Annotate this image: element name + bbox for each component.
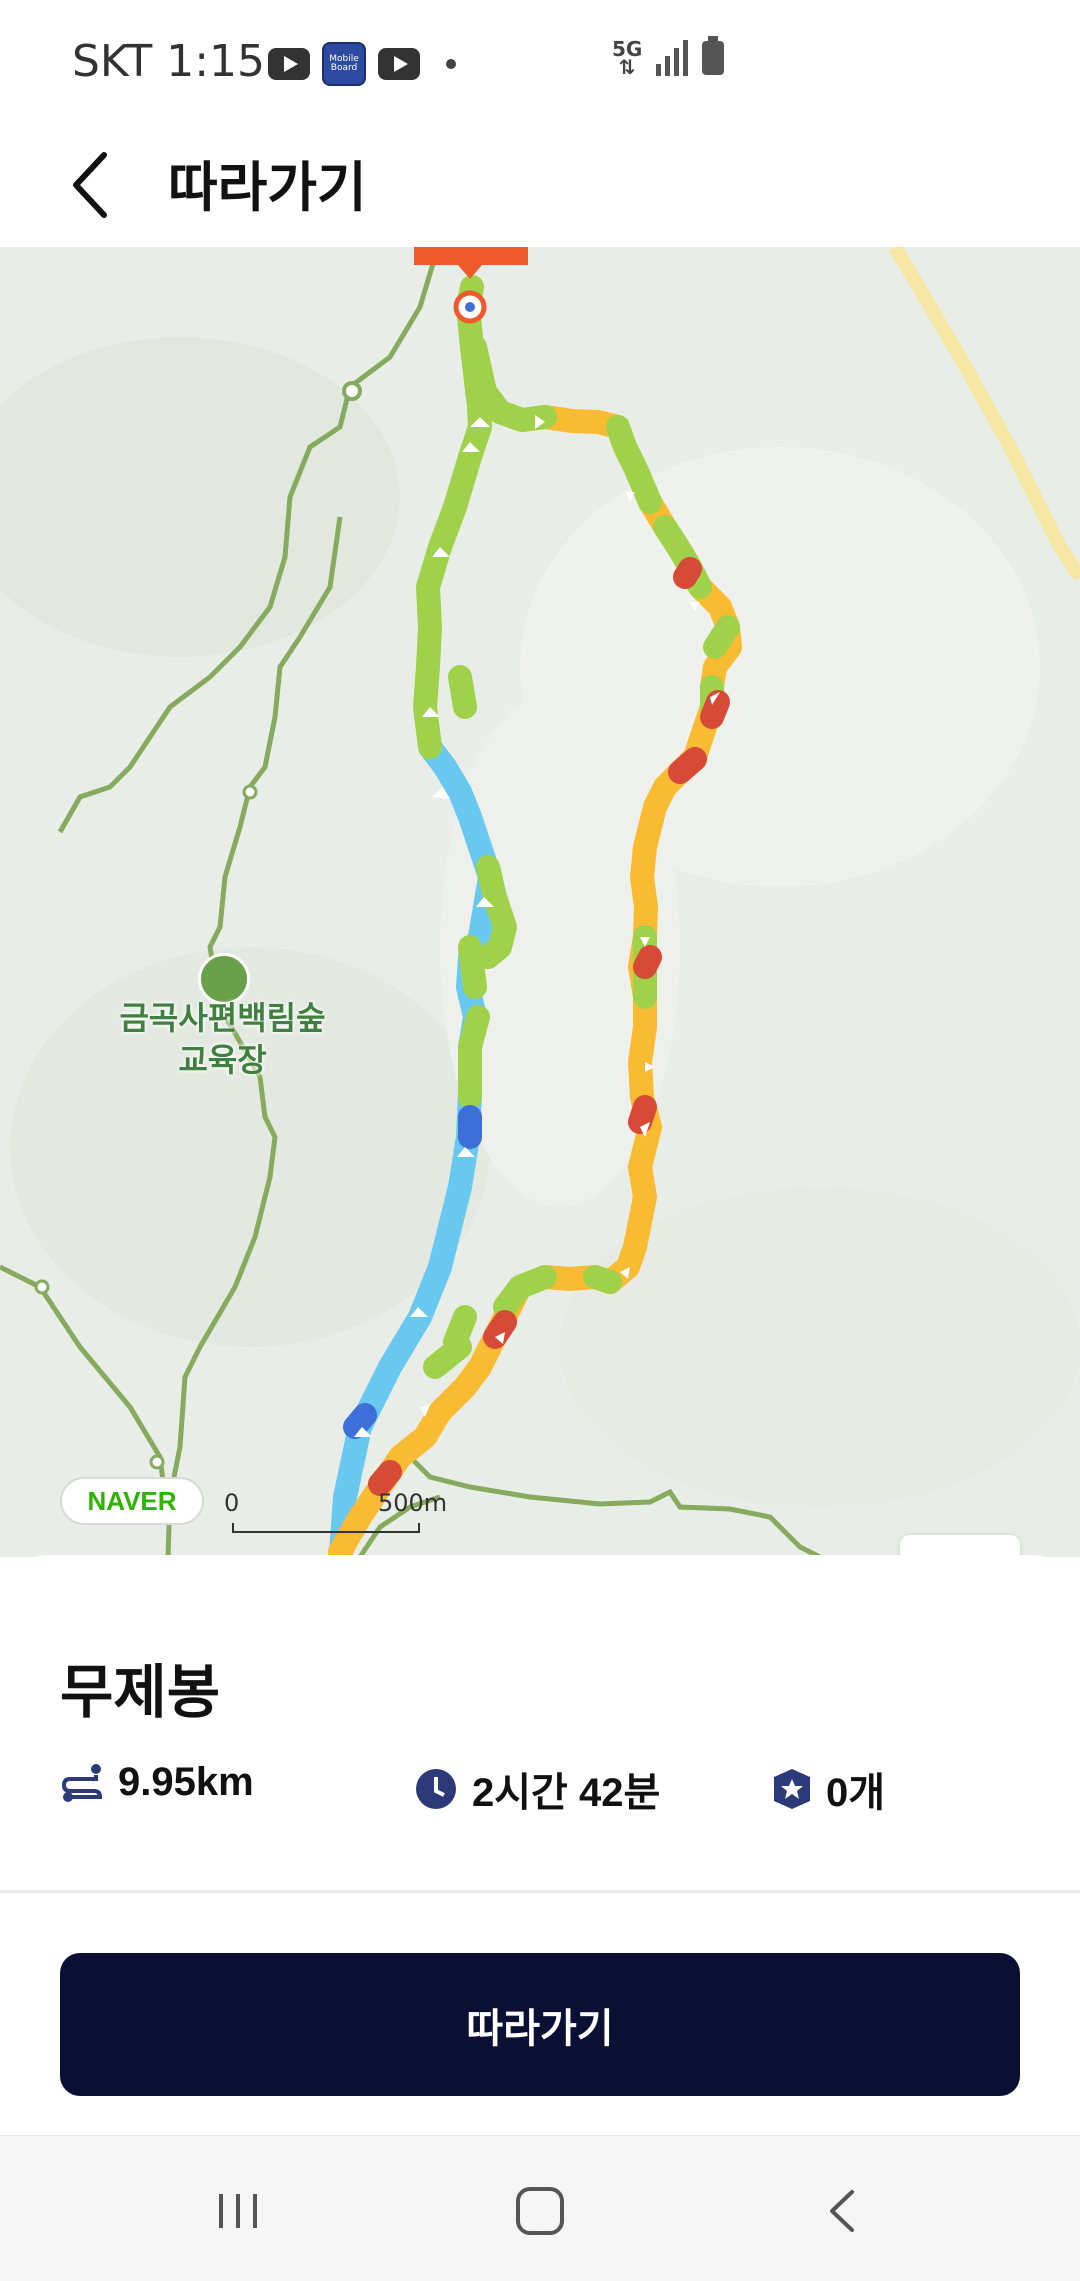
scale-bar [232,1523,420,1533]
route-icon [61,1763,103,1802]
distance-value: 9.95km [118,1760,254,1804]
map-control-panel [900,1535,1020,1557]
signal-icon [656,40,689,76]
home-icon [516,2187,564,2235]
route-stats: 9.95km 2시간 42분 0개 [60,1760,1020,1820]
system-back-button[interactable] [792,2176,892,2246]
top-app-bar: 따라가기 [0,125,1080,247]
battery-icon [702,36,725,75]
mobile-board-icon: Mobile Board [322,42,366,86]
system-navigation-bar [0,2135,1080,2281]
recent-apps-icon [219,2194,257,2228]
poi-label[interactable]: 금곡사편백림숲 교육장 [100,997,345,1081]
route-name: 무제봉 [60,1660,221,1725]
home-button[interactable] [490,2176,590,2246]
system-icons: 5G ⇅ [612,36,725,79]
duration-stat: 2시간 42분 [414,1760,660,1818]
map-view[interactable]: 금곡사편백림숲 교육장 NAVER 0 500m [0,247,1080,1557]
distance-stat: 9.95km [60,1760,254,1805]
more-notifications-dot [446,59,456,69]
page-title: 따라가기 [168,158,367,218]
chevron-left-icon [73,152,107,218]
youtube-icon [378,48,420,80]
naver-logo: NAVER [60,1477,204,1525]
recent-apps-button[interactable] [188,2176,288,2246]
network-5g-icon: 5G ⇅ [612,37,643,79]
carrier-time: SKT 1:15 [72,36,266,87]
map-canvas[interactable] [0,247,1080,1557]
youtube-icon [268,48,310,80]
route-info-sheet: 무제봉 9.95km 2시간 42분 0개 [0,1555,1080,1895]
section-divider [0,1890,1080,1893]
badge-star-icon [774,1769,810,1809]
status-bar: SKT 1:15 Mobile Board 5G ⇅ [0,0,1080,125]
back-icon [830,2190,854,2232]
duration-value: 2시간 42분 [472,1771,661,1815]
count-stat: 0개 [772,1760,885,1818]
notification-icons: Mobile Board [268,42,456,86]
count-value: 0개 [826,1771,886,1815]
scale-distance-label: 500m [378,1489,448,1517]
clock-icon [416,1769,456,1809]
back-button[interactable] [64,147,124,223]
scale-zero-label: 0 [224,1489,240,1517]
follow-button[interactable]: 따라가기 [60,1953,1020,2096]
